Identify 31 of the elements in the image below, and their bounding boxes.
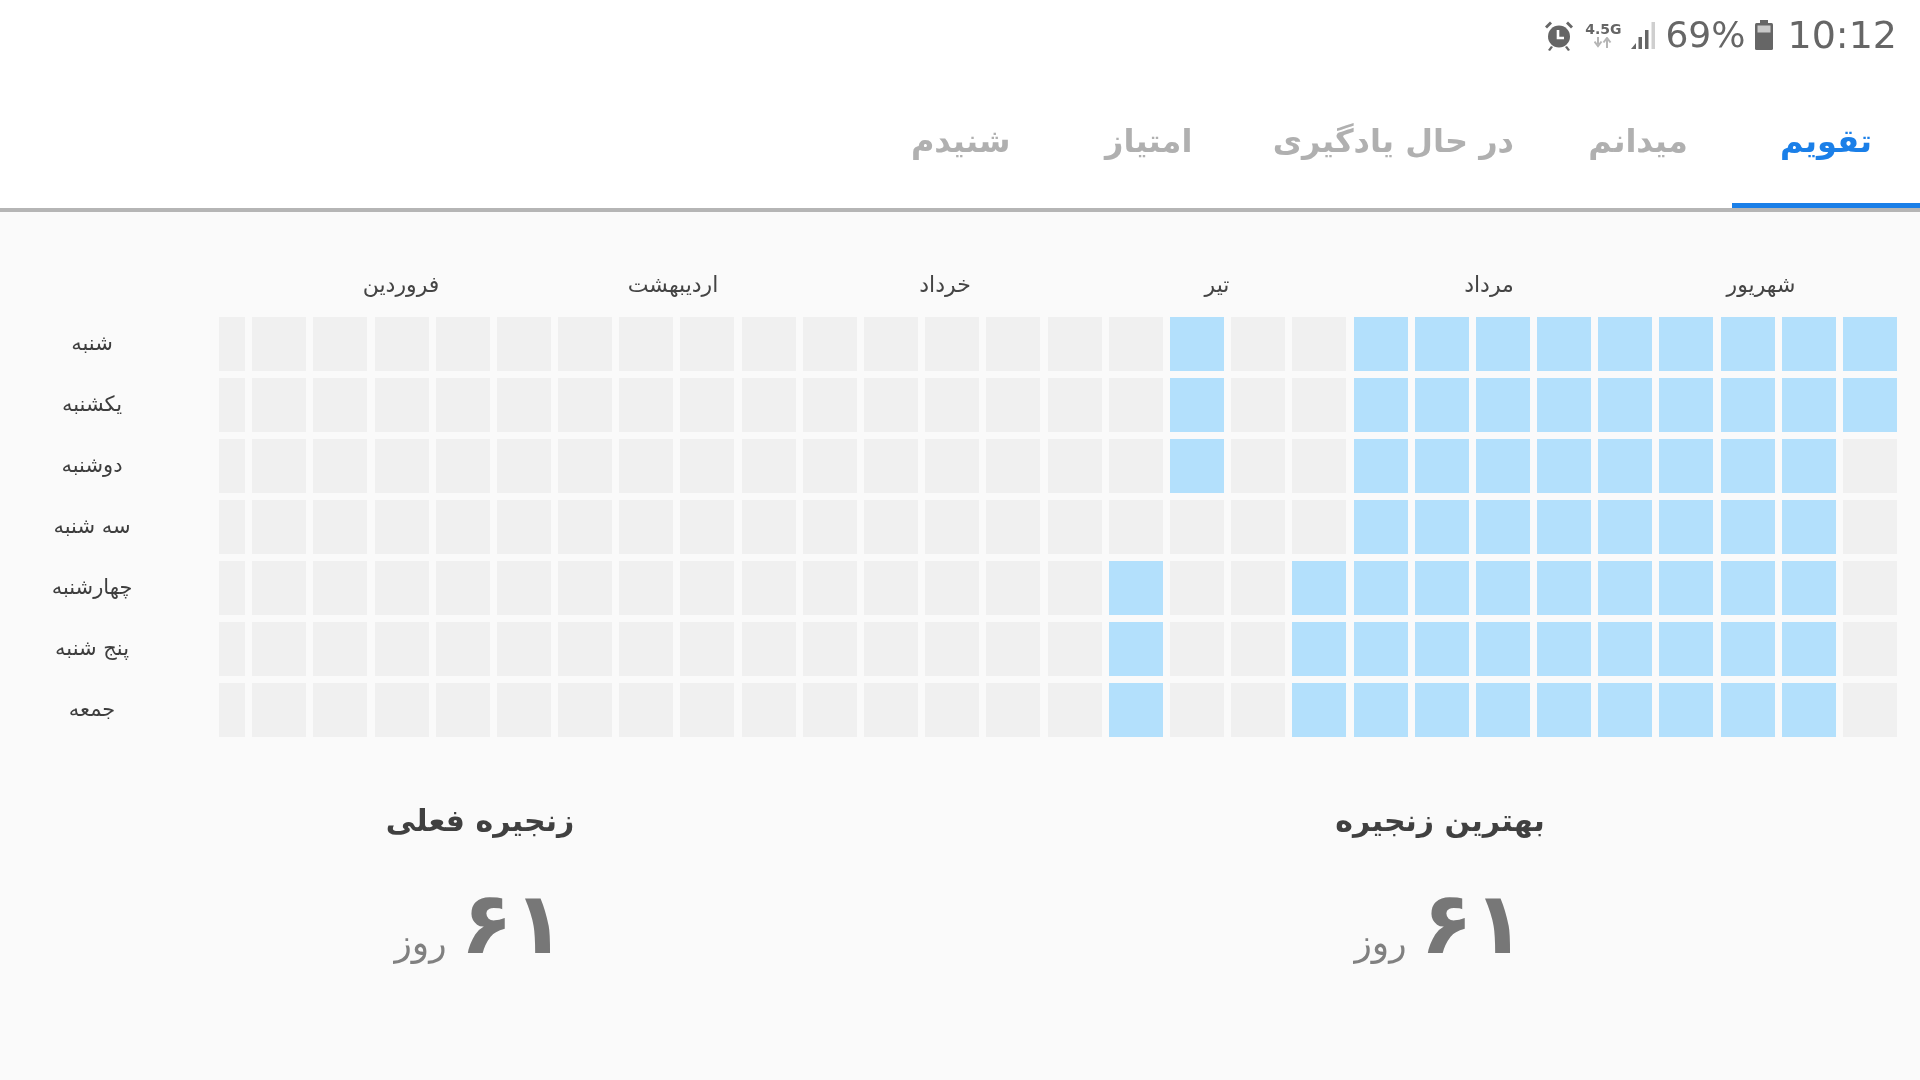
streak-title: بهترین زنجیره <box>1335 802 1545 840</box>
month-label: خرداد <box>919 270 971 299</box>
streak-value: ۶۱ <box>460 875 566 971</box>
weekday-label: یکشنبه <box>61 391 123 419</box>
weekday-label: جمعه <box>68 696 116 724</box>
month-label: فروردین <box>362 270 440 299</box>
signal-bars-icon <box>1631 21 1658 49</box>
up-down-arrows-icon <box>1594 36 1613 48</box>
streak-unit: روز <box>394 921 447 966</box>
month-label: شهریور <box>1726 270 1796 299</box>
tab[interactable]: میدانم <box>1544 70 1732 208</box>
streak-title: زنجیره فعلی <box>385 802 575 840</box>
tab[interactable]: در حال یادگیری <box>1242 70 1544 208</box>
tab[interactable]: شنیدم <box>866 70 1055 208</box>
network-type-label: 4.5G <box>1585 20 1622 37</box>
tab[interactable]: امتیاز <box>1054 70 1243 208</box>
weekday-label: سه شنبه <box>53 513 131 541</box>
month-label: اردیبهشت <box>627 270 719 299</box>
weekday-label: شنبه <box>71 330 113 358</box>
status-time: 10:12 <box>1787 14 1897 56</box>
month-label: مرداد <box>1464 270 1514 299</box>
battery-icon <box>1755 20 1774 50</box>
weekday-label: دوشنبه <box>61 452 123 480</box>
tab[interactable]: تقویم <box>1732 70 1920 208</box>
streak-value: ۶۱ <box>1420 875 1526 971</box>
weekday-label: پنج شنبه <box>55 635 129 663</box>
streak-unit: روز <box>1354 921 1407 966</box>
weekday-label: چهارشنبه <box>51 574 133 602</box>
alarm-clock-icon <box>1543 19 1576 51</box>
month-label: تیر <box>1204 270 1230 299</box>
battery-percentage: 69% <box>1665 15 1746 55</box>
